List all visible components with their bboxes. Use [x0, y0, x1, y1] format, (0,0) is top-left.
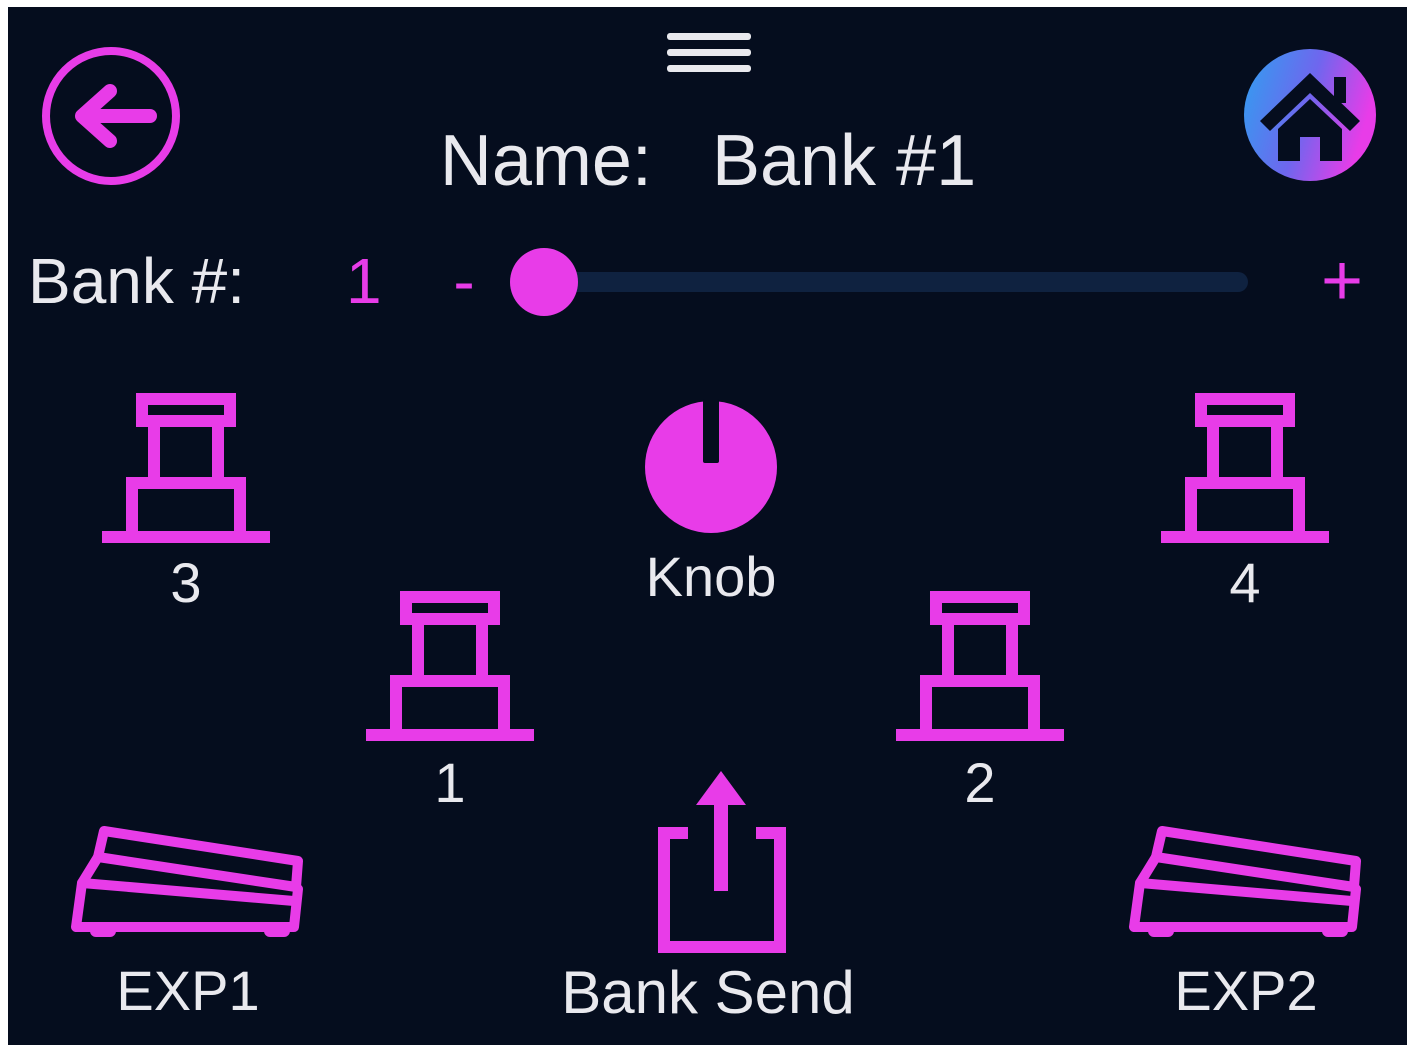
exp1-label: EXP1 — [116, 959, 260, 1022]
increment-button[interactable]: + — [1312, 243, 1372, 319]
expression-pedal-icon — [1129, 826, 1361, 937]
footswitch-1-label: 1 — [434, 751, 466, 814]
footswitch-2-label: 2 — [964, 751, 996, 814]
knob-control[interactable]: Knob — [616, 397, 806, 615]
home-icon — [1244, 49, 1376, 181]
exp2-label: EXP2 — [1174, 959, 1318, 1022]
footswitch-3-label: 3 — [170, 551, 202, 614]
bank-number-value: 1 — [346, 245, 382, 317]
name-label: Name: — [439, 121, 652, 201]
bank-slider[interactable] — [508, 247, 1254, 317]
knob-label: Knob — [645, 545, 777, 608]
footswitch-icon — [896, 591, 1064, 741]
footswitch-2[interactable]: 2 — [890, 587, 1070, 817]
footswitch-icon — [102, 393, 270, 543]
slider-track — [528, 272, 1248, 292]
footswitch-4-label: 4 — [1229, 551, 1261, 614]
bank-number-label: Bank #: — [28, 245, 246, 317]
bank-send-button[interactable]: Bank Send — [528, 765, 888, 1027]
share-upload-icon — [658, 771, 786, 953]
slider-thumb[interactable] — [510, 248, 578, 316]
bank-send-label: Bank Send — [561, 959, 855, 1026]
expression-pedal-icon — [71, 826, 303, 937]
footswitch-1[interactable]: 1 — [360, 587, 540, 817]
page-title: Name: Bank #1 — [378, 119, 1038, 203]
bank-name-value[interactable]: Bank #1 — [712, 121, 976, 201]
back-arrow-circle-icon — [42, 47, 180, 185]
decrement-button[interactable]: - — [444, 243, 484, 319]
back-button[interactable] — [38, 43, 184, 189]
home-button[interactable] — [1242, 47, 1378, 183]
footswitch-4[interactable]: 4 — [1155, 389, 1335, 613]
footswitch-icon — [366, 591, 534, 741]
exp2-pedal[interactable]: EXP2 — [1126, 817, 1366, 1027]
bank-editor-screen: Name: Bank #1 Bank #: 1 - + 3 4 Knob 1 2… — [8, 7, 1407, 1045]
footswitch-3[interactable]: 3 — [96, 389, 276, 613]
hamburger-menu-icon[interactable] — [665, 25, 755, 81]
knob-icon — [645, 399, 777, 533]
exp1-pedal[interactable]: EXP1 — [68, 817, 308, 1027]
footswitch-icon — [1161, 393, 1329, 543]
